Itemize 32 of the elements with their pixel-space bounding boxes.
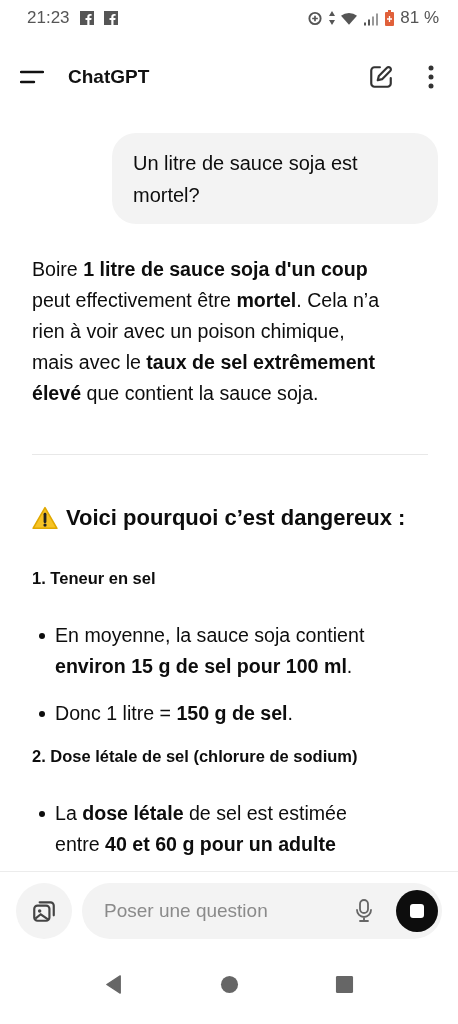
warning-icon <box>32 506 58 530</box>
bullet-text: En moyenne, la sauce soja contient environ 15 g de sel pour 100 ml. <box>55 623 366 679</box>
stop-button[interactable] <box>396 890 438 932</box>
bullet-icon <box>39 811 45 817</box>
photos-icon <box>31 898 57 924</box>
new-chat-icon[interactable] <box>368 64 394 90</box>
message-input-field[interactable]: Poser une question <box>104 900 356 922</box>
microphone-icon[interactable] <box>356 899 372 923</box>
recents-icon[interactable] <box>334 974 354 994</box>
data-saver-icon <box>307 10 324 26</box>
facebook-icon <box>79 11 94 25</box>
home-icon[interactable] <box>219 974 239 994</box>
data-arrows-icon <box>329 11 336 25</box>
app-title: ChatGPT <box>68 66 150 88</box>
user-message: Un litre de sauce soja est mortel? <box>112 133 438 224</box>
facebook-icon <box>103 11 118 25</box>
more-options-icon[interactable] <box>428 65 434 89</box>
wifi-icon <box>341 10 358 26</box>
subsection-heading: 2. Dose létale de sel (chlorure de sodium) <box>32 746 359 767</box>
answer-paragraph: Boire 1 litre de sauce soja d'un coup peut effectivement être mortel. Cela n’a rien à voir avec un poison chimique, mais avec le taux de sel extrêmement élevé que contient la sauce soja. <box>32 257 381 406</box>
bullet-icon <box>39 711 45 717</box>
bullet-text: Donc 1 litre = 150 g de sel. <box>55 701 293 726</box>
bullet-text: La dose létale de sel est estimée entre 40 et 60 g pour un adulte <box>55 801 348 857</box>
battery-percent: 81 % <box>400 8 439 28</box>
menu-icon[interactable] <box>20 70 44 84</box>
message-composer[interactable]: Poser une question <box>82 883 442 939</box>
battery-icon <box>385 10 395 26</box>
back-icon[interactable] <box>104 974 124 994</box>
section-heading: Voici pourquoi c’est dangereux : <box>66 505 406 531</box>
subsection-heading: 1. Teneur en sel <box>32 568 157 589</box>
status-time: 21:23 <box>27 8 70 28</box>
bullet-icon <box>39 633 45 639</box>
